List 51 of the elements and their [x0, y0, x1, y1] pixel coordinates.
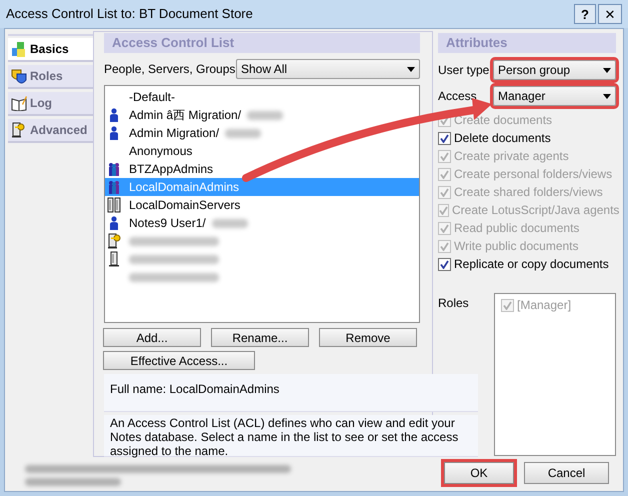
checkbox-label: Create LotusScript/Java agents: [452, 202, 620, 219]
server-group-icon: [107, 197, 123, 213]
sidebar-tab[interactable]: Log: [8, 92, 94, 116]
caret-icon: [407, 66, 415, 72]
list-item[interactable]: BTZAppAdmins: [105, 160, 419, 178]
cancel-button[interactable]: Cancel: [524, 462, 609, 484]
checkbox-label: Read public documents: [454, 220, 580, 237]
blocks-icon: [11, 41, 27, 57]
effective-access-button[interactable]: Effective Access...: [103, 351, 255, 370]
window-title: Access Control List to: BT Document Store: [6, 5, 254, 24]
access-dropdown[interactable]: Manager: [493, 86, 616, 106]
key-server-icon: [107, 233, 123, 249]
checkbox-label: Create private agents: [454, 148, 569, 165]
button[interactable]: Add...: [103, 328, 201, 347]
section-header: Attributes: [438, 33, 616, 53]
book-icon: [11, 95, 27, 111]
list-item[interactable]: Notes9 User1/: [105, 214, 419, 232]
section-header: Access Control List: [104, 33, 420, 53]
key-server-icon: [11, 122, 27, 138]
filter-label: People, Servers, Groups: [104, 61, 236, 78]
caret-icon: [603, 94, 611, 98]
list-item[interactable]: Anonymous: [105, 142, 419, 160]
sidebar-tab[interactable]: Basics: [8, 38, 94, 62]
checkbox-label: [Manager]: [517, 297, 572, 314]
field-label: Access: [438, 88, 478, 105]
sidebar-tab[interactable]: Advanced: [8, 119, 94, 143]
full-name-text: Full name: LocalDomainAdmins: [104, 374, 478, 412]
button[interactable]: Remove: [319, 328, 417, 347]
list-item[interactable]: Admin â西 Migration/: [105, 106, 419, 124]
filter-dropdown[interactable]: Show All: [236, 59, 420, 79]
checkbox[interactable]: [438, 132, 451, 144]
caret-icon: [603, 68, 611, 72]
roles-label: Roles: [438, 295, 470, 312]
checkbox-label: Replicate or copy documents: [454, 256, 609, 273]
checkbox-label: Create documents: [454, 112, 552, 129]
button[interactable]: Rename...: [211, 328, 309, 347]
description-text: An Access Control List (ACL) defines who can view and edit your Notes database. Select a name in the list to see or set the access assigned to the name.: [104, 415, 478, 457]
checkbox[interactable]: [438, 258, 451, 270]
list-item[interactable]: -Default-: [105, 88, 419, 106]
list-item[interactable]: LocalDomainServers: [105, 196, 419, 214]
user-type-dropdown[interactable]: Person group: [493, 60, 616, 80]
checkbox-label: Write public documents: [454, 238, 578, 255]
field-label: User type: [438, 62, 490, 79]
list-item[interactable]: Admin Migration/: [105, 124, 419, 142]
ok-button[interactable]: OK: [444, 462, 514, 484]
checkbox-label: Create shared folders/views: [454, 184, 603, 201]
help-button[interactable]: ?: [574, 4, 596, 24]
checkbox-label: Create personal folders/views: [454, 166, 612, 183]
close-button[interactable]: ✕: [598, 4, 622, 24]
checkbox-label: Delete documents: [454, 130, 551, 147]
sidebar-tab[interactable]: Roles: [8, 65, 94, 89]
